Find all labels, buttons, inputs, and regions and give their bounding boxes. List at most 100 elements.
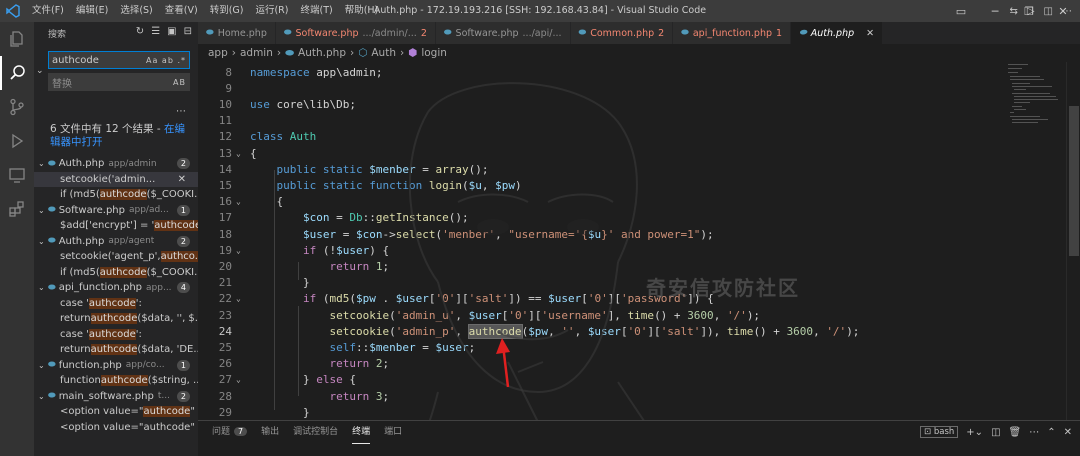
split-terminal-icon[interactable]: ◫: [991, 427, 1000, 438]
code-line[interactable]: 26 return 2;: [198, 356, 998, 372]
result-file[interactable]: ⌄ ⬬ main_software.php t... 2: [34, 389, 198, 405]
result-match[interactable]: return authcode ($data, '', $...: [34, 311, 198, 327]
code-line[interactable]: 8 namespace app\admin;: [198, 64, 998, 80]
result-match[interactable]: if (md5(authcode ($_COOKI...: [34, 265, 198, 281]
menu-item[interactable]: 转到(G): [204, 0, 250, 22]
result-match[interactable]: case ' authcode ':: [34, 296, 198, 312]
code-line[interactable]: 14 public static $menber = array();: [198, 161, 998, 177]
chevron-down-icon[interactable]: ⌄: [38, 361, 48, 370]
result-match[interactable]: $add['encrypt'] = 'authcode';: [34, 218, 198, 234]
collapse-all-icon[interactable]: ⊟: [184, 26, 192, 37]
code-line[interactable]: 27 ⌄ } else {: [198, 372, 998, 388]
code-line[interactable]: 28 return 3;: [198, 388, 998, 404]
search-icon[interactable]: [0, 56, 34, 90]
tab-software-php[interactable]: ⬬ Software.php .../admin/... 2: [275, 22, 436, 44]
layout-icon[interactable]: ▭: [944, 0, 978, 22]
code-line[interactable]: 17 $con = Db::getInstance();: [198, 210, 998, 226]
code-line[interactable]: 23 setcookie('admin_u', $user['0']['user…: [198, 307, 998, 323]
remote-explorer-icon[interactable]: [0, 158, 34, 192]
result-file[interactable]: ⌄ ⬬ Software.php app/ad... 1: [34, 203, 198, 219]
breadcrumb-item[interactable]: admin: [240, 47, 273, 59]
code-line[interactable]: 18 $user = $con->select('menber', "usern…: [198, 226, 998, 242]
fold-chevron-icon[interactable]: ⌄: [236, 149, 241, 158]
result-file[interactable]: ⌄ ⬬ api_function.php app... 4: [34, 280, 198, 296]
breadcrumb-item[interactable]: login: [421, 47, 447, 59]
clear-results-icon[interactable]: ☰: [151, 26, 160, 37]
search-input[interactable]: authcode Aa ab .*: [48, 51, 190, 69]
replace-input[interactable]: 替换 AB: [48, 73, 190, 91]
tab-auth-php[interactable]: ⬬ Auth.php ✕: [791, 22, 884, 44]
result-match[interactable]: <option value="authcode" ...: [34, 404, 198, 420]
code-line[interactable]: 24 setcookie('admin_p', authcode($pw, ''…: [198, 323, 998, 339]
code-line[interactable]: 11: [198, 113, 998, 129]
fold-chevron-icon[interactable]: ⌄: [236, 246, 241, 255]
code-editor[interactable]: 8 namespace app\admin; 9 10 use core\lib\Db;…: [198, 62, 1080, 420]
code-line[interactable]: 10 use core\lib\Db;: [198, 96, 998, 112]
breadcrumb-item[interactable]: app: [208, 47, 228, 59]
panel-tab[interactable]: 端口: [384, 421, 402, 443]
breadcrumb-item[interactable]: Auth.php: [298, 47, 346, 59]
breadcrumb-item[interactable]: Auth: [371, 47, 396, 59]
compare-icon[interactable]: ⇆: [1009, 6, 1017, 17]
result-match[interactable]: function authcode ($string, ...: [34, 373, 198, 389]
code-line[interactable]: 22 ⌄ if (md5($pw . $user['0']['salt']) ==…: [198, 291, 998, 307]
panel-more-icon[interactable]: ⋯: [1029, 427, 1039, 438]
result-match[interactable]: if (md5(authcode ($_COOKI...: [34, 187, 198, 203]
fold-chevron-icon[interactable]: ⌄: [236, 294, 241, 303]
result-match[interactable]: <option value="authcode" ...: [34, 420, 198, 436]
code-line[interactable]: 19 ⌄ if (!$user) {: [198, 242, 998, 258]
minimize-icon[interactable]: ─: [978, 0, 1012, 22]
chevron-down-icon[interactable]: ⌄: [38, 283, 48, 292]
menu-item[interactable]: 选择(S): [114, 0, 158, 22]
source-control-icon[interactable]: [0, 90, 34, 124]
code-line[interactable]: 13 ⌄ {: [198, 145, 998, 161]
menu-item[interactable]: 查看(V): [159, 0, 204, 22]
run-debug-icon[interactable]: [0, 124, 34, 158]
code-line[interactable]: 25 self::$menber = $user;: [198, 339, 998, 355]
menu-item[interactable]: 运行(R): [249, 0, 294, 22]
tab-software-php[interactable]: ⬬ Software.php .../api/...: [435, 22, 571, 44]
code-line[interactable]: 20 return 1;: [198, 258, 998, 274]
search-options[interactable]: Aa ab .*: [146, 56, 186, 65]
maximize-panel-icon[interactable]: ⌃: [1047, 427, 1055, 438]
result-match[interactable]: case ' authcode ':: [34, 327, 198, 343]
close-panel-icon[interactable]: ✕: [1064, 427, 1072, 438]
chevron-down-icon[interactable]: ⌄: [38, 237, 48, 246]
more-options-icon[interactable]: ⋯: [176, 106, 186, 117]
refresh-icon[interactable]: ↻: [136, 26, 144, 37]
tab-common-php[interactable]: ⬬ Common.php 2: [570, 22, 674, 44]
result-file[interactable]: ⌄ ⬬ function.php app/co... 1: [34, 358, 198, 374]
result-file[interactable]: ⌄ ⬬ Auth.php app/admin 2: [34, 156, 198, 172]
code-line[interactable]: 9: [198, 80, 998, 96]
dismiss-icon[interactable]: ✕: [178, 174, 186, 185]
kill-terminal-icon[interactable]: 🗑: [1009, 427, 1022, 438]
toggle-replace-icon[interactable]: ⌄: [36, 66, 44, 76]
panel-tab[interactable]: 终端: [352, 421, 371, 444]
terminal-shell-selector[interactable]: ⊡ bash: [920, 426, 959, 438]
result-match[interactable]: setcookie('admin... ✕: [34, 171, 198, 187]
result-match[interactable]: return authcode ($data, 'DE...: [34, 342, 198, 358]
menu-item[interactable]: 文件(F): [26, 0, 70, 22]
extensions-icon[interactable]: [0, 192, 34, 226]
chevron-down-icon[interactable]: ⌄: [38, 392, 48, 401]
menu-item[interactable]: 终端(T): [294, 0, 338, 22]
new-terminal-icon[interactable]: +⌄: [966, 427, 983, 438]
explorer-icon[interactable]: [0, 22, 34, 56]
menu-item[interactable]: 帮助(H): [339, 0, 385, 22]
result-file[interactable]: ⌄ ⬬ Auth.php app/agent 2: [34, 234, 198, 250]
code-line[interactable]: 21 }: [198, 275, 998, 291]
code-line[interactable]: 15 public static function login($u, $pw): [198, 177, 998, 193]
split-editor-icon[interactable]: ◫: [1044, 6, 1053, 17]
tab-api_function-php[interactable]: ⬬ api_function.php 1: [673, 22, 792, 44]
panel-tab[interactable]: 问题 7: [212, 421, 248, 443]
fold-chevron-icon[interactable]: ⌄: [236, 197, 241, 206]
code-line[interactable]: 16 ⌄ {: [198, 194, 998, 210]
panel-tab[interactable]: 输出: [261, 421, 279, 443]
close-tab-icon[interactable]: ✕: [866, 28, 874, 39]
new-search-editor-icon[interactable]: ▣: [167, 26, 176, 37]
tab-home-php[interactable]: ⬬ Home.php: [198, 22, 276, 44]
code-line[interactable]: 29 }: [198, 404, 998, 420]
panel-tab[interactable]: 调试控制台: [293, 421, 338, 443]
chevron-down-icon[interactable]: ⌄: [38, 206, 48, 215]
fold-chevron-icon[interactable]: ⌄: [236, 375, 241, 384]
